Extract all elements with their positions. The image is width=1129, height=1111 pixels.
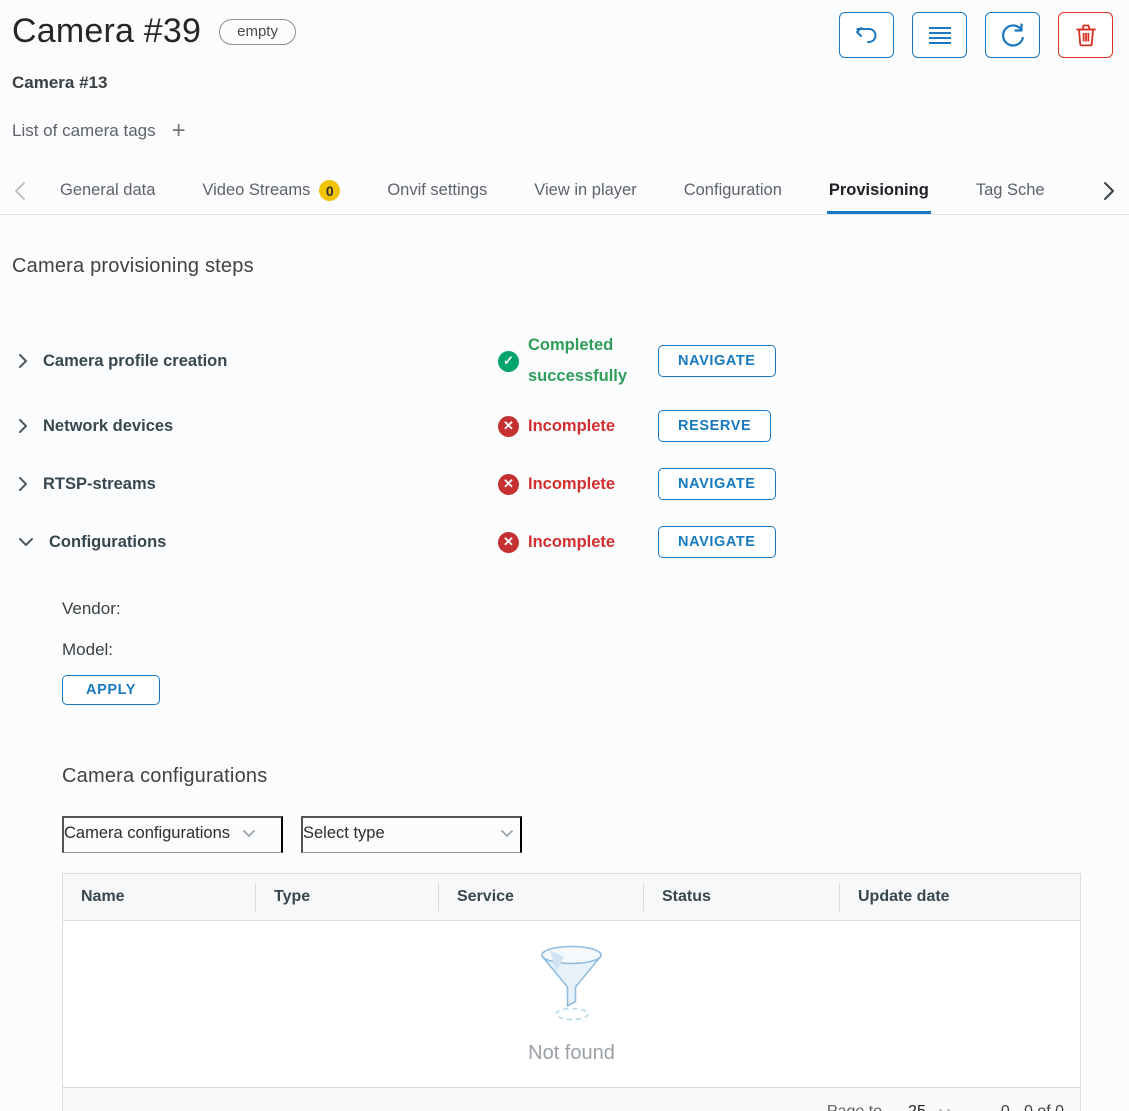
- step-expander[interactable]: Camera profile creation: [12, 352, 498, 371]
- empty-state-text: Not found: [528, 1042, 615, 1065]
- chevron-right-icon: [18, 476, 28, 492]
- step-status: ✕ Incomplete: [498, 469, 658, 500]
- camera-configurations-section: Camera configurations Camera configurati…: [62, 765, 1129, 1111]
- camera-configurations-heading: Camera configurations: [62, 765, 1129, 788]
- tab-bar: General data Video Streams 0 Onvif setti…: [0, 167, 1129, 215]
- chevron-down-icon: [938, 1108, 951, 1111]
- tab-tag-schedule[interactable]: Tag Sche: [974, 167, 1047, 214]
- x-circle-icon: ✕: [498, 416, 519, 437]
- pagination-range: 0 - 0 of 0: [1001, 1103, 1064, 1111]
- type-filter-select[interactable]: Select type: [301, 816, 522, 853]
- step-status: ✕ Incomplete: [498, 411, 658, 442]
- camera-subtitle: Camera #13: [12, 73, 296, 93]
- status-text: Incomplete: [528, 469, 615, 500]
- step-row-configurations: Configurations ✕ Incomplete NAVIGATE: [12, 518, 1129, 566]
- refresh-button[interactable]: [985, 12, 1040, 58]
- video-streams-count-badge: 0: [319, 180, 340, 201]
- column-header-update-date[interactable]: Update date: [839, 883, 1080, 911]
- step-row-network-devices: Network devices ✕ Incomplete RESERVE: [12, 402, 1129, 450]
- camera-tags-label: List of camera tags: [12, 121, 156, 141]
- column-header-name[interactable]: Name: [63, 883, 255, 911]
- provisioning-content: Camera provisioning steps Camera profile…: [0, 255, 1129, 1111]
- header-actions: [839, 12, 1113, 141]
- step-status: ✕ Incomplete: [498, 527, 658, 558]
- provisioning-steps: Camera profile creation ✓ Completed succ…: [12, 328, 1129, 566]
- camera-details-page: Camera #39 empty Camera #13 List of came…: [0, 0, 1129, 1111]
- reserve-button[interactable]: RESERVE: [658, 410, 771, 442]
- step-label: Configurations: [49, 533, 166, 552]
- step-row-rtsp-streams: RTSP-streams ✕ Incomplete NAVIGATE: [12, 460, 1129, 508]
- check-circle-icon: ✓: [498, 351, 519, 372]
- configuration-filters: Camera configurations Select type: [62, 816, 1129, 853]
- provisioning-heading: Camera provisioning steps: [12, 255, 1129, 278]
- list-lines-icon: [927, 24, 953, 46]
- status-badge: empty: [219, 19, 296, 45]
- navigate-button[interactable]: NAVIGATE: [658, 526, 776, 558]
- tab-video-streams[interactable]: Video Streams 0: [200, 167, 342, 214]
- tab-view-in-player[interactable]: View in player: [532, 167, 638, 214]
- tabs-scroll-left-button[interactable]: [0, 167, 40, 214]
- page-title: Camera #39: [12, 12, 201, 51]
- status-text: Incomplete: [528, 411, 615, 442]
- step-label: Camera profile creation: [43, 352, 227, 371]
- header-left: Camera #39 empty Camera #13 List of came…: [12, 12, 296, 141]
- page-size-select[interactable]: 25: [908, 1103, 951, 1111]
- tabs: General data Video Streams 0 Onvif setti…: [58, 167, 1047, 214]
- x-circle-icon: ✕: [498, 474, 519, 495]
- step-row-camera-profile-creation: Camera profile creation ✓ Completed succ…: [12, 328, 1129, 394]
- page-to-label: Page to: [827, 1103, 882, 1111]
- apply-button[interactable]: APPLY: [62, 675, 160, 705]
- delete-button[interactable]: [1058, 12, 1113, 58]
- refresh-circular-arrow-icon: [1000, 22, 1026, 48]
- chevron-right-icon: [1103, 181, 1115, 201]
- step-label: RTSP-streams: [43, 475, 156, 494]
- camera-tags-row: List of camera tags +: [12, 121, 296, 141]
- chevron-right-icon: [18, 418, 28, 434]
- navigate-button[interactable]: NAVIGATE: [658, 468, 776, 500]
- status-text: Incomplete: [528, 527, 615, 558]
- title-row: Camera #39 empty: [12, 12, 296, 51]
- page-header: Camera #39 empty Camera #13 List of came…: [0, 0, 1129, 141]
- configurations-detail: Vendor: Model: APPLY: [62, 588, 1129, 705]
- add-tag-button[interactable]: +: [170, 121, 188, 141]
- table-pagination: Page to 25 0 - 0 of 0: [63, 1087, 1080, 1111]
- table-header: Name Type Service Status Update date: [63, 874, 1080, 921]
- chevron-down-icon: [500, 829, 514, 838]
- step-expander[interactable]: Network devices: [12, 417, 498, 436]
- column-header-service[interactable]: Service: [438, 883, 643, 911]
- step-status: ✓ Completed successfully: [498, 330, 658, 392]
- tab-general-data[interactable]: General data: [58, 167, 157, 214]
- navigate-button[interactable]: NAVIGATE: [658, 345, 776, 377]
- plus-icon: +: [172, 117, 186, 144]
- model-label: Model:: [62, 629, 1129, 670]
- configurations-table: Name Type Service Status Update date: [62, 873, 1081, 1111]
- column-header-status[interactable]: Status: [643, 883, 839, 911]
- tab-provisioning[interactable]: Provisioning: [827, 167, 931, 214]
- tabs-scroll-right-button[interactable]: [1089, 167, 1129, 214]
- tab-configuration[interactable]: Configuration: [682, 167, 784, 214]
- column-header-type[interactable]: Type: [255, 883, 438, 911]
- step-expander[interactable]: Configurations: [12, 533, 498, 552]
- step-label: Network devices: [43, 417, 173, 436]
- chevron-left-icon: [14, 181, 26, 201]
- step-expander[interactable]: RTSP-streams: [12, 475, 498, 494]
- funnel-icon: [528, 944, 616, 1030]
- chevron-right-icon: [18, 353, 28, 369]
- tab-onvif-settings[interactable]: Onvif settings: [385, 167, 489, 214]
- x-circle-icon: ✕: [498, 532, 519, 553]
- undo-arrow-icon: [854, 23, 880, 47]
- configurations-filter-select[interactable]: Camera configurations: [62, 816, 283, 853]
- vendor-label: Vendor:: [62, 588, 1129, 629]
- undo-button[interactable]: [839, 12, 894, 58]
- log-list-button[interactable]: [912, 12, 967, 58]
- chevron-down-icon: [18, 537, 34, 547]
- chevron-down-icon: [242, 829, 256, 838]
- table-empty-state: Not found: [63, 921, 1080, 1087]
- status-text: Completed successfully: [528, 330, 640, 392]
- trash-icon: [1075, 23, 1097, 47]
